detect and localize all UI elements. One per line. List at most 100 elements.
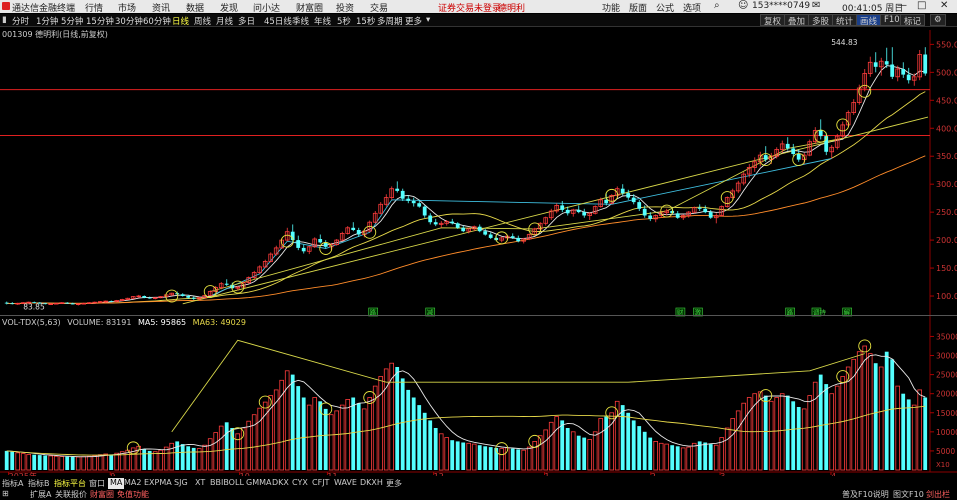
price-tick-label: 550.0 — [936, 40, 957, 49]
volume-bar — [746, 397, 752, 471]
volume-bar — [70, 457, 75, 470]
volume-bar — [856, 351, 862, 471]
volume-bar — [433, 428, 438, 470]
price-tick-label: 350.0 — [936, 152, 957, 161]
volume-bar — [768, 400, 774, 471]
volume-bar — [664, 443, 669, 471]
tab-ma2[interactable]: MA2 — [124, 478, 141, 489]
volume-bar — [97, 454, 103, 471]
candle-body — [53, 302, 59, 305]
tab-dkxh[interactable]: DKXH — [360, 478, 383, 489]
tab-zhibiao-platform[interactable]: 指标平台 — [54, 478, 86, 489]
volume-tick-label: 25000 — [936, 371, 957, 380]
volume-bar — [37, 455, 42, 470]
volume-bar — [763, 395, 768, 470]
volume-bar — [328, 414, 334, 471]
volume-bar — [450, 440, 455, 470]
volume-bar — [845, 366, 851, 471]
volume-bar — [4, 450, 9, 470]
candle-body — [224, 283, 229, 285]
tab-caifuquan[interactable]: 财富圈 — [90, 489, 114, 500]
volume-bar — [862, 345, 867, 471]
tab-cyx[interactable]: CYX — [292, 478, 308, 489]
tab-wave[interactable]: WAVE — [334, 478, 357, 489]
volume-bar — [637, 426, 642, 470]
candle-body — [560, 205, 565, 210]
tab-gmma[interactable]: GMMA — [246, 478, 271, 489]
price-tick-label: 200.0 — [936, 236, 957, 245]
tab-sjg[interactable]: SJG — [174, 478, 188, 489]
volume-bar — [774, 397, 779, 471]
volume-bar — [103, 453, 109, 471]
tab-more[interactable]: 更多 — [386, 478, 402, 489]
candle-body — [136, 295, 142, 298]
volume-trendline — [171, 339, 865, 433]
high-price-label: 544.83 — [831, 38, 857, 47]
volume-bar — [741, 402, 746, 471]
volume-bar — [570, 431, 576, 471]
volume-bar — [906, 399, 911, 470]
volume-bar — [296, 386, 301, 470]
volume-bar — [461, 442, 466, 470]
tab-bbiboll[interactable]: BBIBOLL — [210, 478, 244, 489]
volume-bar — [334, 410, 339, 471]
candle-body — [400, 190, 405, 199]
volume-tick-label: 5000 — [936, 447, 955, 456]
volume-bar — [592, 431, 598, 471]
volume-bar — [686, 446, 691, 471]
volume-bar — [548, 421, 554, 471]
tdx-terminal: 通达信金融终端 行情 市场 资讯 数据 发现 问小达 财富圈 投资 交易 证券交… — [0, 0, 957, 500]
f10-link[interactable]: 图文F10 — [893, 489, 924, 500]
candle-body — [901, 69, 906, 75]
volume-bar — [631, 420, 636, 470]
volume-bar — [620, 405, 625, 470]
candle-body — [180, 294, 185, 296]
tab-mianzhi[interactable]: 免值功能 — [117, 489, 149, 500]
expand-icon[interactable]: ⊞ — [2, 489, 9, 500]
candle-body — [576, 209, 581, 213]
candle-body — [428, 215, 433, 223]
tab-dkx[interactable]: DKX — [272, 478, 289, 489]
tab-cfjt[interactable]: CFJT — [312, 478, 329, 489]
tab-related[interactable]: 关联报价 — [55, 489, 87, 500]
tab-ma[interactable]: MA — [108, 478, 125, 489]
volume-tick-label: 20000 — [936, 390, 957, 399]
volume-bar — [43, 455, 48, 470]
tab-xt[interactable]: XT — [195, 478, 205, 489]
tab-zhibiao-a[interactable]: 指标A — [2, 478, 23, 489]
volume-bar — [543, 429, 548, 471]
volume-bar — [20, 453, 26, 471]
volume-bar — [455, 441, 460, 470]
volume-bar — [15, 452, 21, 471]
volume-bar — [26, 453, 31, 471]
volume-bar — [240, 427, 246, 471]
volume-bar — [653, 440, 658, 471]
tab-window[interactable]: 窗口 — [89, 478, 105, 489]
volume-tick-label: 30000 — [936, 352, 957, 361]
guide-link[interactable]: 普及F10说明 — [842, 489, 889, 500]
volume-bar — [911, 404, 917, 471]
tab-expand-a[interactable]: 扩展A — [30, 489, 51, 500]
unlock-link[interactable]: 剑出栏 — [926, 489, 950, 500]
tab-expma[interactable]: EXPMA — [144, 478, 172, 489]
vol-value: VOLUME: 83191 — [67, 318, 132, 327]
candle-body — [10, 303, 15, 305]
long-trendline — [182, 116, 929, 305]
volume-bar — [626, 412, 631, 470]
volume-bar — [339, 404, 345, 471]
volume-unit-label: X10 — [936, 461, 950, 469]
volume-bar — [680, 447, 686, 471]
volume-bar — [576, 435, 581, 470]
volume-bar — [428, 420, 433, 470]
volume-bar — [92, 455, 98, 471]
price-chart[interactable]: 544.8383.85路减财激路调持解 550.0500.0450.0400.0… — [0, 0, 957, 500]
volume-bar — [785, 395, 790, 470]
tab-zhibiao-b[interactable]: 指标B — [28, 478, 50, 489]
volume-tick-label: 35000 — [936, 332, 957, 341]
volume-bar — [142, 449, 147, 470]
ma20-line — [6, 91, 926, 305]
volume-bar — [708, 444, 713, 470]
volume-bar — [86, 455, 92, 471]
price-tick-label: 400.0 — [936, 124, 957, 133]
volume-bar — [560, 420, 565, 470]
